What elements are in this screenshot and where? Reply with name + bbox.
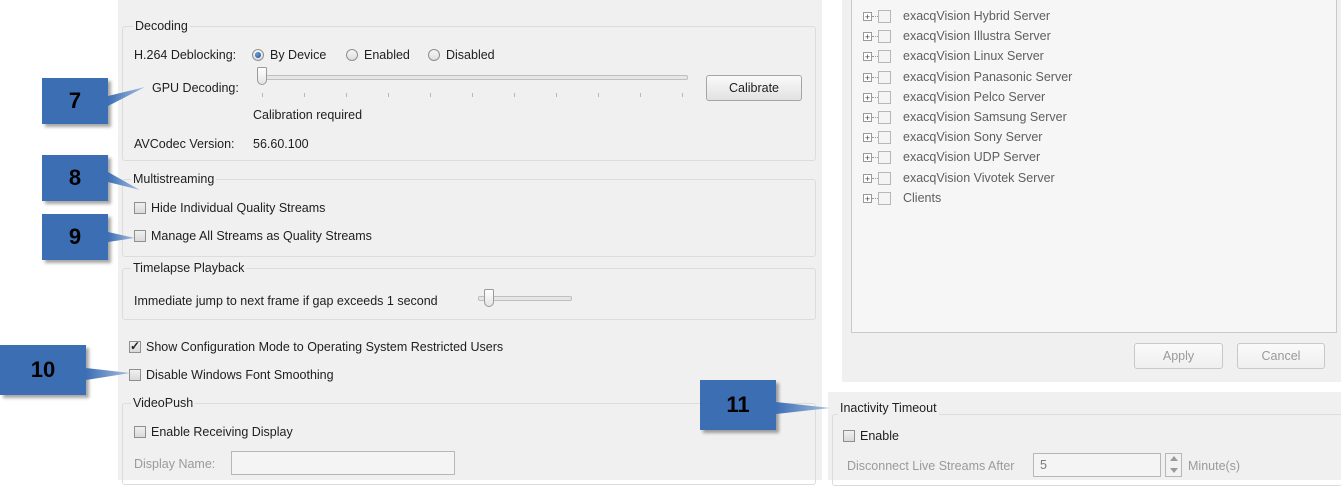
deblocking-label: H.264 Deblocking: [134, 48, 237, 62]
calibrate-button[interactable]: Calibrate [706, 75, 802, 101]
spin-down-icon[interactable] [1170, 468, 1178, 473]
gpu-slider-tick [304, 93, 305, 97]
gpu-slider-tick [346, 93, 347, 97]
radio-enabled[interactable] [346, 49, 358, 61]
tree-item-checkbox[interactable] [878, 111, 891, 124]
gpu-slider-tick [472, 93, 473, 97]
hide-individual-checkbox[interactable] [134, 202, 146, 214]
enable-receiving-checkbox[interactable] [134, 426, 146, 438]
radio-by-device[interactable] [252, 49, 264, 61]
manage-all-label[interactable]: Manage All Streams as Quality Streams [151, 229, 372, 243]
timelapse-title: Timelapse Playback [131, 261, 247, 275]
tree-item-checkbox[interactable] [878, 151, 891, 165]
tree-item-label: exacqVision Hybrid Server [903, 9, 1051, 23]
apply-button[interactable]: Apply [1134, 343, 1223, 369]
expand-icon[interactable]: + [863, 133, 872, 143]
gpu-slider-tick [556, 93, 557, 97]
callout-7: 7 [42, 78, 108, 124]
radio-disabled[interactable] [428, 49, 440, 61]
callout-9: 9 [42, 214, 108, 260]
tree-item-label: exacqVision Vivotek Server [903, 170, 1055, 185]
multistreaming-title: Multistreaming [131, 172, 217, 186]
calibration-status: Calibration required [253, 108, 363, 122]
tree-item-checkbox[interactable] [878, 50, 891, 64]
gpu-slider-tick [598, 93, 599, 97]
expand-icon[interactable]: + [863, 193, 872, 203]
inactivity-enable-checkbox[interactable] [843, 430, 855, 442]
show-config-label[interactable]: Show Configuration Mode to Operating Sys… [146, 340, 503, 354]
tree-item-label: exacqVision Sony Server [903, 130, 1043, 145]
gpu-slider-tick [640, 93, 641, 97]
tree-item-checkbox[interactable] [878, 70, 891, 84]
disable-smoothing-checkbox[interactable] [129, 369, 141, 381]
tree-item-checkbox[interactable] [878, 90, 891, 104]
expand-icon[interactable]: + [863, 113, 872, 123]
tree-item-checkbox[interactable] [878, 30, 891, 44]
gpu-decoding-slider-track[interactable] [258, 75, 688, 80]
disconnect-label: Disconnect Live Streams After [847, 459, 1015, 473]
timelapse-slider-thumb[interactable] [484, 289, 494, 307]
tree-item-label: Clients [903, 190, 942, 205]
tree-item-label: exacqVision Panasonic Server [903, 69, 1073, 84]
callout-11: 11 [700, 380, 776, 430]
videopush-title: VideoPush [131, 396, 196, 410]
expand-icon[interactable]: + [863, 153, 872, 163]
avcodec-value: 56.60.100 [253, 137, 309, 151]
timelapse-jump-label: Immediate jump to next frame if gap exce… [134, 294, 438, 308]
expand-icon[interactable]: + [863, 72, 872, 82]
tree-item-checkbox[interactable] [878, 171, 891, 185]
multistreaming-group [122, 179, 816, 257]
gpu-slider-tick [388, 93, 389, 97]
avcodec-label: AVCodec Version: [134, 137, 235, 151]
disable-smoothing-label[interactable]: Disable Windows Font Smoothing [146, 368, 334, 382]
display-name-input[interactable] [231, 451, 455, 475]
tree-item-checkbox[interactable] [878, 191, 891, 205]
hide-individual-label[interactable]: Hide Individual Quality Streams [151, 201, 325, 215]
minutes-spinner[interactable] [1165, 453, 1182, 477]
expand-icon[interactable]: + [863, 173, 872, 183]
inactivity-enable-label[interactable]: Enable [860, 429, 899, 443]
gpu-slider-tick [430, 93, 431, 97]
gpu-slider-tick [682, 93, 683, 97]
spin-up-icon[interactable] [1170, 456, 1178, 461]
callout-8: 8 [42, 155, 108, 201]
tree-item-checkbox[interactable] [878, 10, 891, 23]
manage-all-checkbox[interactable] [134, 230, 146, 242]
enable-receiving-label[interactable]: Enable Receiving Display [151, 425, 293, 439]
tree-item-label: exacqVision UDP Server [903, 150, 1041, 165]
expand-icon[interactable]: + [863, 52, 872, 62]
display-name-label: Display Name: [134, 457, 216, 471]
gpu-slider-tick [514, 93, 515, 97]
callout-10: 10 [0, 345, 86, 395]
decoding-title: Decoding [133, 19, 190, 33]
tree-item-checkbox[interactable] [878, 131, 891, 145]
show-config-checkbox[interactable] [129, 339, 141, 353]
expand-icon[interactable]: + [863, 12, 872, 22]
expand-icon[interactable]: + [863, 92, 872, 102]
gpu-slider-tick [262, 93, 263, 97]
radio-disabled-label[interactable]: Disabled [446, 48, 495, 62]
gpu-decoding-slider-thumb[interactable] [257, 67, 267, 85]
tree-item-label: exacqVision Samsung Server [903, 110, 1067, 124]
radio-enabled-label[interactable]: Enabled [364, 48, 410, 62]
disconnect-minutes-input[interactable]: 5 [1033, 453, 1161, 477]
tree-item-label: exacqVision Linux Server [903, 49, 1044, 64]
expand-icon[interactable]: + [863, 32, 872, 42]
gpu-decoding-label: GPU Decoding: [152, 81, 239, 95]
cancel-button[interactable]: Cancel [1237, 343, 1325, 369]
tree-item-label: exacqVision Pelco Server [903, 89, 1046, 104]
radio-by-device-label[interactable]: By Device [270, 48, 326, 62]
tree-item-label: exacqVision Illustra Server [903, 29, 1051, 44]
inactivity-title: Inactivity Timeout [838, 401, 939, 415]
minutes-unit-label: Minute(s) [1188, 459, 1241, 473]
